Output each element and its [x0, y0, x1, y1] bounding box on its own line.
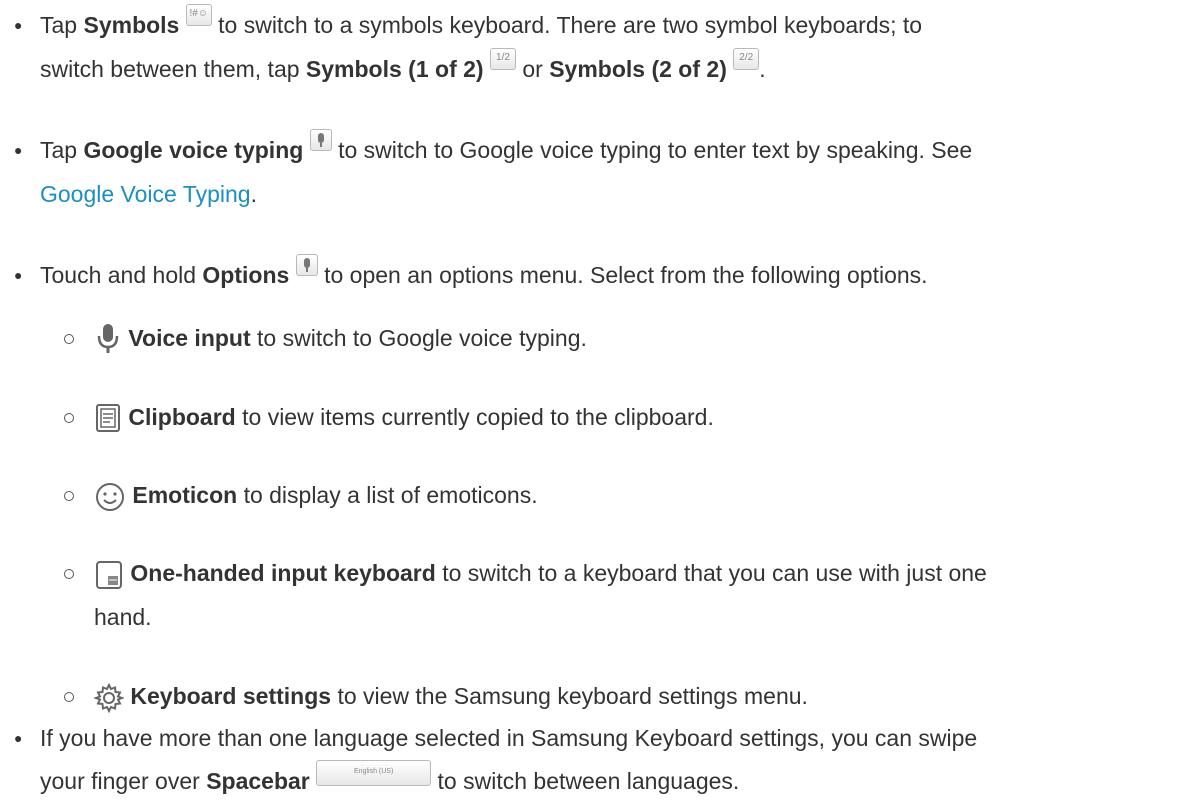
microphone-key-icon: [309, 129, 332, 151]
one-handed-keyboard-icon: [96, 560, 122, 589]
sub-bullet: [64, 569, 74, 579]
options-label: Options: [202, 262, 290, 288]
options-key-icon: [295, 254, 318, 276]
symbols-1of2-key-icon: 1/2: [489, 48, 516, 70]
symbols-key-icon: !#☺: [185, 4, 212, 26]
google-voice-typing-label: Google voice typing: [83, 137, 304, 163]
list-item-voice-cont: Google Voice Typing.: [40, 181, 257, 207]
sub-bullet: [64, 334, 74, 344]
google-voice-typing-link[interactable]: Google Voice Typing: [40, 181, 251, 207]
bullet: ●: [14, 142, 23, 158]
spacebar-label: Spacebar: [206, 768, 310, 794]
sub-item-one-handed-cont: hand.: [94, 604, 152, 630]
clipboard-icon: [96, 403, 120, 432]
sub-item-emoticon: Emoticon to display a list of emoticons.: [94, 476, 538, 514]
sub-item-voice-input: Voice input to switch to Google voice ty…: [94, 319, 587, 358]
symbols-2of2-label: Symbols (2 of 2): [549, 56, 727, 82]
list-item-spacebar: If you have more than one language selec…: [40, 725, 978, 751]
symbols-2of2-key-icon: 2/2: [733, 48, 760, 70]
list-item-symbols: Tap Symbols !#☺ to switch to a symbols k…: [40, 4, 922, 44]
list-item-voice: Tap Google voice typing to switch to Goo…: [40, 129, 972, 169]
microphone-icon: [97, 323, 119, 353]
sub-item-clipboard: Clipboard to view items currently copied…: [94, 398, 714, 436]
gear-icon: [94, 682, 124, 713]
sub-item-one-handed: One-handed input keyboard to switch to a…: [94, 554, 987, 592]
help-page: ● Tap Symbols !#☺ to switch to a symbols…: [0, 0, 1197, 806]
symbols-1of2-label: Symbols (1 of 2): [305, 56, 484, 82]
bullet: ●: [14, 17, 23, 33]
sub-bullet: [64, 692, 74, 702]
list-item-options: Touch and hold Options to open an option…: [40, 254, 928, 294]
sub-bullet: [64, 491, 74, 501]
bullet: ●: [14, 730, 23, 746]
spacebar-key-icon: English (US): [316, 760, 432, 786]
smiley-icon: [96, 482, 124, 511]
bullet: ●: [14, 267, 23, 283]
symbols-label: Symbols: [83, 12, 180, 38]
sub-bullet: [64, 413, 74, 423]
sub-item-keyboard-settings: Keyboard settings to view the Samsung ke…: [94, 677, 808, 715]
list-item-spacebar-cont: your finger over Spacebar English (US) t…: [40, 760, 739, 800]
list-item-symbols-cont: switch between them, tap Symbols (1 of 2…: [40, 48, 766, 88]
